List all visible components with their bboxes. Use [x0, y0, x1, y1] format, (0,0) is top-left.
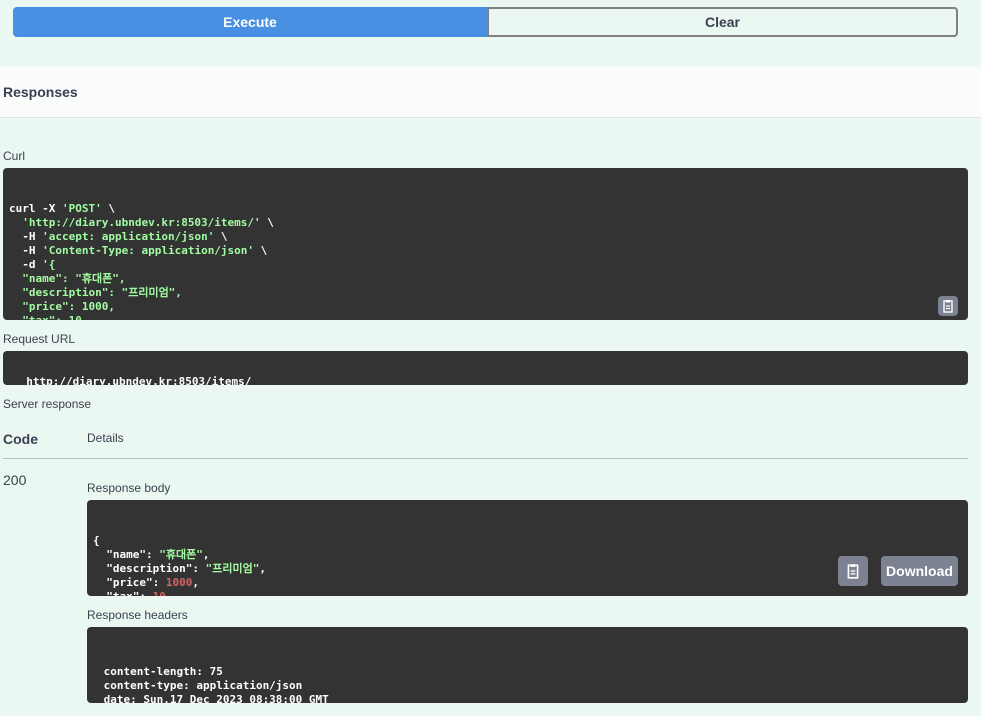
code-token: "description":	[93, 562, 206, 575]
clear-button[interactable]: Clear	[487, 7, 958, 37]
curl-line: "tax": 10	[9, 314, 962, 320]
code-token: 1000	[165, 576, 193, 589]
response-headers-text: content-length: 75 content-type: applica…	[97, 665, 958, 703]
code-token: "name":	[93, 548, 160, 561]
curl-code-block[interactable]: curl -X 'POST' \ 'http://diary.ubndev.kr…	[3, 168, 968, 320]
response-headers-label: Response headers	[87, 608, 188, 622]
curl-line: "name": "휴대폰",	[9, 272, 962, 286]
responses-header: Responses	[0, 67, 981, 118]
code-token: {	[93, 534, 100, 547]
execute-button[interactable]: Execute	[13, 7, 487, 37]
response-headers-block[interactable]: content-length: 75 content-type: applica…	[87, 627, 968, 703]
copy-response-button[interactable]	[838, 556, 868, 586]
request-url-box[interactable]: http://diary.ubndev.kr:8503/items/	[3, 351, 968, 385]
curl-line: -H 'accept: application/json' \	[9, 230, 962, 244]
curl-line: curl -X 'POST' \	[9, 202, 962, 216]
request-url-label: Request URL	[3, 332, 76, 346]
code-token: 'accept: application/json'	[42, 230, 215, 243]
curl-code-text: curl -X 'POST' \ 'http://diary.ubndev.kr…	[9, 202, 962, 320]
execute-clear-buttons: Execute Clear	[13, 7, 958, 37]
code-token: -H	[9, 244, 43, 257]
code-token: ,	[202, 548, 210, 561]
response-code: 200	[3, 472, 27, 488]
response-body-line: "description": "프리미엄",	[93, 562, 962, 576]
code-token: ,	[259, 562, 266, 575]
response-header-line: content-length: 75	[97, 665, 223, 678]
code-token: "프리미엄"	[205, 562, 260, 575]
code-token: \	[254, 244, 268, 257]
code-token: "tax":	[93, 590, 153, 596]
code-token: \	[101, 202, 115, 215]
curl-line: 'http://diary.ubndev.kr:8503/items/' \	[9, 216, 962, 230]
code-column-header: Code	[3, 431, 38, 447]
curl-line: -H 'Content-Type: application/json' \	[9, 244, 962, 258]
curl-label: Curl	[3, 149, 26, 163]
code-token: \	[214, 230, 228, 243]
response-body-line: {	[93, 534, 962, 548]
response-body-line: "name": "휴대폰",	[93, 548, 962, 562]
responses-title: Responses	[3, 84, 78, 100]
response-body-block[interactable]: { "name": "휴대폰", "description": "프리미엄", …	[87, 500, 968, 596]
response-body-line: "tax": 10	[93, 590, 962, 596]
code-token: "description": "프리미엄",	[9, 286, 182, 299]
code-token: curl -X	[9, 202, 62, 215]
response-header-line: content-type: application/json	[97, 679, 303, 692]
clipboard-icon	[943, 300, 953, 313]
code-token: 'http://diary.ubndev.kr:8503/items/'	[22, 216, 261, 229]
code-token: "name": "휴대폰",	[9, 272, 126, 285]
request-url-value: http://diary.ubndev.kr:8503/items/	[26, 375, 252, 385]
code-token: "price":	[93, 576, 166, 589]
code-token: 'POST'	[61, 202, 102, 215]
code-token: 10	[153, 590, 166, 596]
curl-line: "price": 1000,	[9, 300, 962, 314]
copy-curl-button[interactable]	[938, 296, 958, 316]
code-token: "price": 1000,	[9, 300, 115, 313]
response-body-label: Response body	[87, 481, 171, 495]
response-body-text: { "name": "휴대폰", "description": "프리미엄", …	[93, 534, 962, 596]
code-token: ,	[192, 576, 199, 589]
code-token: -H	[9, 230, 43, 243]
curl-line: "description": "프리미엄",	[9, 286, 962, 300]
response-body-line: "price": 1000,	[93, 576, 962, 590]
code-token: "휴대폰"	[159, 548, 203, 561]
code-token: "tax": 10	[9, 314, 82, 320]
code-token: '{	[42, 258, 56, 271]
table-divider	[3, 458, 968, 459]
curl-line: -d '{	[9, 258, 962, 272]
clipboard-icon	[847, 564, 859, 579]
server-response-label: Server response	[3, 397, 92, 411]
code-token: 'Content-Type: application/json'	[42, 244, 255, 257]
response-header-line: date: Sun,17 Dec 2023 08:38:00 GMT	[97, 693, 329, 703]
details-column-header: Details	[87, 431, 124, 445]
code-token: \	[260, 216, 274, 229]
download-button[interactable]: Download	[881, 556, 958, 586]
code-token: -d	[9, 258, 43, 271]
